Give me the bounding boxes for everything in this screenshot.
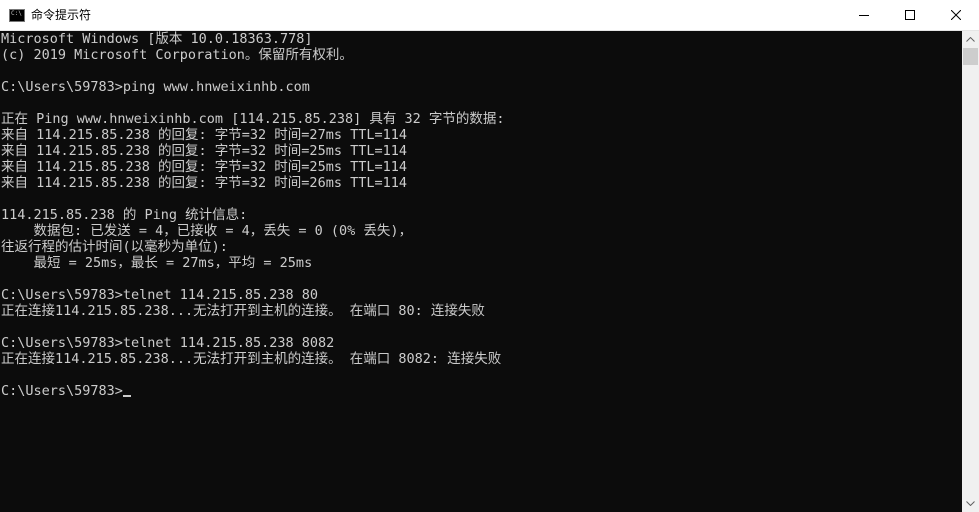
console-line: 正在连接114.215.85.238...无法打开到主机的连接。 在端口 80:… [1,303,485,319]
minimize-button[interactable] [841,0,887,30]
console-line: 正在连接114.215.85.238...无法打开到主机的连接。 在端口 808… [1,351,502,367]
close-icon [951,10,961,20]
console-line: C:\Users\59783>ping www.hnweixinhb.com [1,79,310,95]
console-line: 来自 114.215.85.238 的回复: 字节=32 时间=25ms TTL… [1,159,407,175]
console-line: 114.215.85.238 的 Ping 统计信息: [1,207,248,223]
minimize-icon [859,15,869,16]
console-line: Microsoft Windows [版本 10.0.18363.778] [1,31,313,47]
command-prompt-window: C:\ 命令提示符 Microsoft Windows [版本 10.0.183… [0,0,979,512]
console-line: 来自 114.215.85.238 的回复: 字节=32 时间=26ms TTL… [1,175,407,191]
cmd-icon[interactable]: C:\ [9,9,25,22]
maximize-button[interactable] [887,0,933,30]
console-line: 正在 Ping www.hnweixinhb.com [114.215.85.2… [1,111,505,127]
console-line: (c) 2019 Microsoft Corporation。保留所有权利。 [1,47,353,63]
console-line: 来自 114.215.85.238 的回复: 字节=32 时间=25ms TTL… [1,143,407,159]
scroll-down-button[interactable] [962,495,979,512]
vertical-scrollbar[interactable] [962,31,979,512]
console-output[interactable]: Microsoft Windows [版本 10.0.18363.778] (c… [0,31,962,512]
cmd-icon-glyph: C:\ [11,10,22,17]
window-title: 命令提示符 [31,8,92,22]
title-bar[interactable]: C:\ 命令提示符 [0,0,979,31]
console-line: 来自 114.215.85.238 的回复: 字节=32 时间=27ms TTL… [1,127,407,143]
scroll-thumb[interactable] [963,48,978,65]
console-line: 数据包: 已发送 = 4，已接收 = 4，丢失 = 0 (0% 丢失)， [1,223,413,239]
scroll-up-button[interactable] [962,31,979,48]
console-line: 最短 = 25ms，最长 = 27ms，平均 = 25ms [1,255,313,271]
maximize-icon [905,10,915,20]
console-line: C:\Users\59783>telnet 114.215.85.238 808… [1,335,335,351]
console-line: 往返行程的估计时间(以毫秒为单位): [1,239,228,255]
chevron-down-icon [966,501,975,506]
text-cursor [122,395,131,397]
close-button[interactable] [933,0,979,30]
prompt-text: C:\Users\59783> [1,383,123,399]
console-line: C:\Users\59783>telnet 114.215.85.238 80 [1,287,318,303]
chevron-up-icon [966,37,975,42]
prompt-line: C:\Users\59783> [0,383,962,399]
